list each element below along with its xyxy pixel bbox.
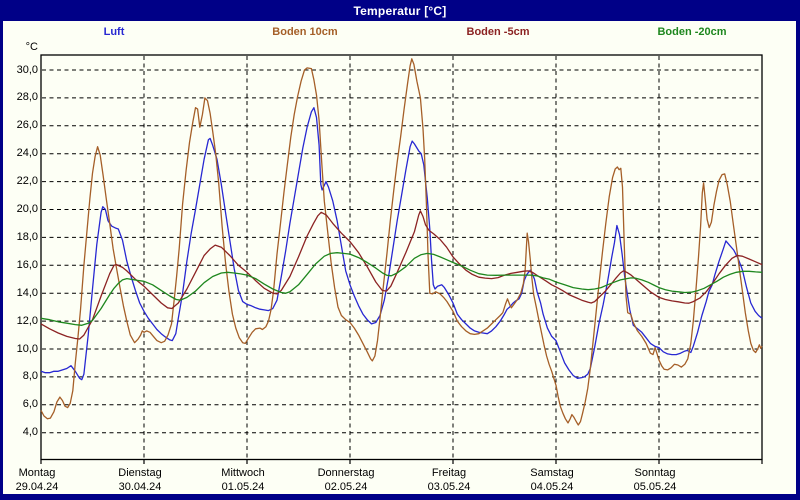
y-tick-label: 16,0 — [16, 258, 38, 271]
x-day-label: Freitag 03.05.24 — [403, 466, 495, 494]
y-tick-label: 28,0 — [16, 91, 38, 104]
x-day-weekday: Freitag — [431, 467, 467, 479]
x-day-date: 03.05.24 — [427, 481, 471, 493]
y-tick-label: 20,0 — [16, 203, 38, 215]
x-day-date: 04.05.24 — [530, 481, 574, 493]
y-tick-label: 14,0 — [16, 286, 38, 299]
series-luft — [40, 107, 763, 381]
x-day-weekday: Donnerstag — [317, 467, 375, 479]
y-tick-label: 10,0 — [16, 342, 38, 355]
window-border-right — [796, 0, 800, 500]
y-tick-label: 18,0 — [16, 230, 38, 243]
y-tick-label: 12,0 — [16, 314, 38, 327]
x-day-label: Mittwoch 01.05.24 — [197, 466, 289, 494]
series-boden-10cm — [40, 58, 763, 426]
x-day-weekday: Mittwoch — [221, 467, 265, 479]
x-day-label: Dienstag 30.04.24 — [94, 466, 186, 494]
y-tick-label: 24,0 — [16, 147, 38, 160]
x-day-date: 02.05.24 — [324, 481, 368, 493]
x-day-weekday: Montag — [18, 467, 56, 479]
x-day-label: Donnerstag 02.05.24 — [300, 466, 392, 494]
x-day-label: Samstag 04.05.24 — [506, 466, 598, 494]
x-day-weekday: Sonntag — [634, 467, 676, 479]
y-axis-unit: °C — [25, 41, 38, 53]
plot-frame — [40, 54, 763, 461]
y-tick-label: 8,0 — [22, 370, 38, 383]
x-day-label: Montag 29.04.24 — [0, 466, 83, 494]
y-tick-label: 30,0 — [16, 63, 38, 76]
chart-window: Temperatur [°C] Luft Boden 10cm Boden -5cm… — [0, 0, 800, 500]
x-day-weekday: Dienstag — [118, 467, 162, 479]
window-border-left — [0, 0, 3, 500]
temperature-line-chart — [40, 54, 763, 464]
x-day-weekday: Samstag — [530, 467, 574, 479]
x-day-date: 05.05.24 — [633, 481, 677, 493]
x-day-label: Sonntag 05.05.24 — [609, 466, 701, 494]
x-day-date: 29.04.24 — [15, 481, 59, 493]
y-tick-label: 6,0 — [22, 398, 38, 411]
y-tick-label: 4,0 — [22, 426, 38, 439]
x-day-date: 01.05.24 — [221, 481, 265, 493]
y-tick-label: 26,0 — [16, 119, 38, 132]
y-tick-label: 22,0 — [16, 175, 38, 188]
window-border-bottom — [0, 494, 800, 500]
x-day-date: 30.04.24 — [118, 481, 162, 493]
